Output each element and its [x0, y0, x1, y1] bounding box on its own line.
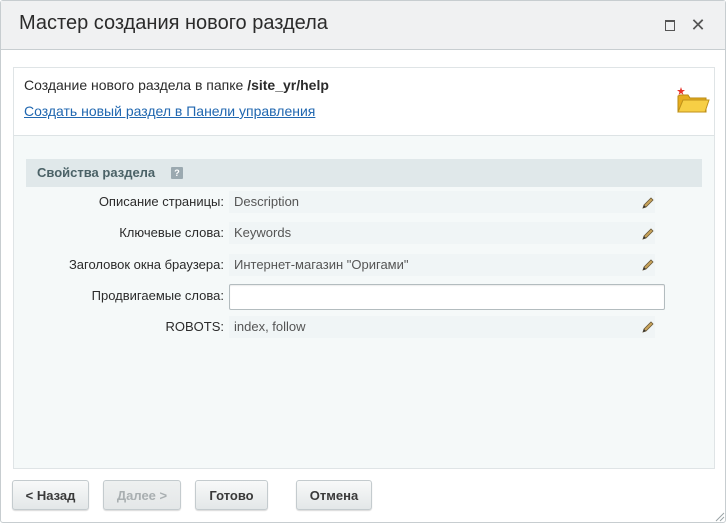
done-button[interactable]: Готово: [195, 480, 268, 510]
folder-caption: Создание нового раздела в папке /site_yr…: [24, 77, 329, 93]
promoted-words-label: Продвигаемые слова:: [91, 288, 224, 303]
cancel-button[interactable]: Отмена: [296, 480, 372, 510]
folder-caption-prefix: Создание нового раздела в папке: [24, 77, 248, 93]
description-field[interactable]: Description: [229, 191, 655, 213]
section-title: Свойства раздела: [37, 165, 156, 180]
robots-field[interactable]: index, follow: [229, 316, 655, 338]
help-icon[interactable]: ?: [171, 167, 183, 179]
keywords-label: Ключевые слова:: [119, 225, 224, 240]
folder-path: /site_yr/help: [247, 77, 329, 93]
promoted-words-input[interactable]: [229, 284, 665, 310]
dialog-title: Мастер создания нового раздела: [19, 12, 328, 34]
edit-description-pencil-icon[interactable]: [641, 196, 655, 210]
wizard-dialog: Мастер создания нового раздела ✕ Создани…: [0, 0, 726, 523]
wizard-header: Создание нового раздела в папке /site_yr…: [14, 68, 714, 136]
edit-robots-pencil-icon[interactable]: [641, 320, 655, 334]
title-bar[interactable]: Мастер создания нового раздела ✕: [1, 1, 725, 50]
edit-browser-title-pencil-icon[interactable]: [641, 258, 655, 272]
next-button: Далее >: [103, 480, 181, 510]
edit-keywords-pencil-icon[interactable]: [641, 227, 655, 241]
back-button[interactable]: < Назад: [12, 480, 89, 510]
description-label: Описание страницы:: [98, 194, 224, 209]
close-icon: ✕: [690, 15, 706, 35]
browser-title-label: Заголовок окна браузера:: [68, 257, 224, 272]
close-button[interactable]: ✕: [689, 16, 707, 34]
maximize-icon: [665, 19, 675, 31]
keywords-field[interactable]: Keywords: [229, 222, 655, 244]
new-folder-icon: [677, 87, 710, 113]
control-panel-link[interactable]: Создать новый раздел в Панели управления: [24, 103, 315, 119]
maximize-button[interactable]: [661, 16, 679, 34]
robots-label: ROBOTS:: [165, 319, 224, 334]
resize-grip-icon[interactable]: [713, 510, 725, 522]
browser-title-field[interactable]: Интернет-магазин "Оригами": [229, 254, 655, 276]
section-header: Свойства раздела ?: [26, 159, 702, 187]
